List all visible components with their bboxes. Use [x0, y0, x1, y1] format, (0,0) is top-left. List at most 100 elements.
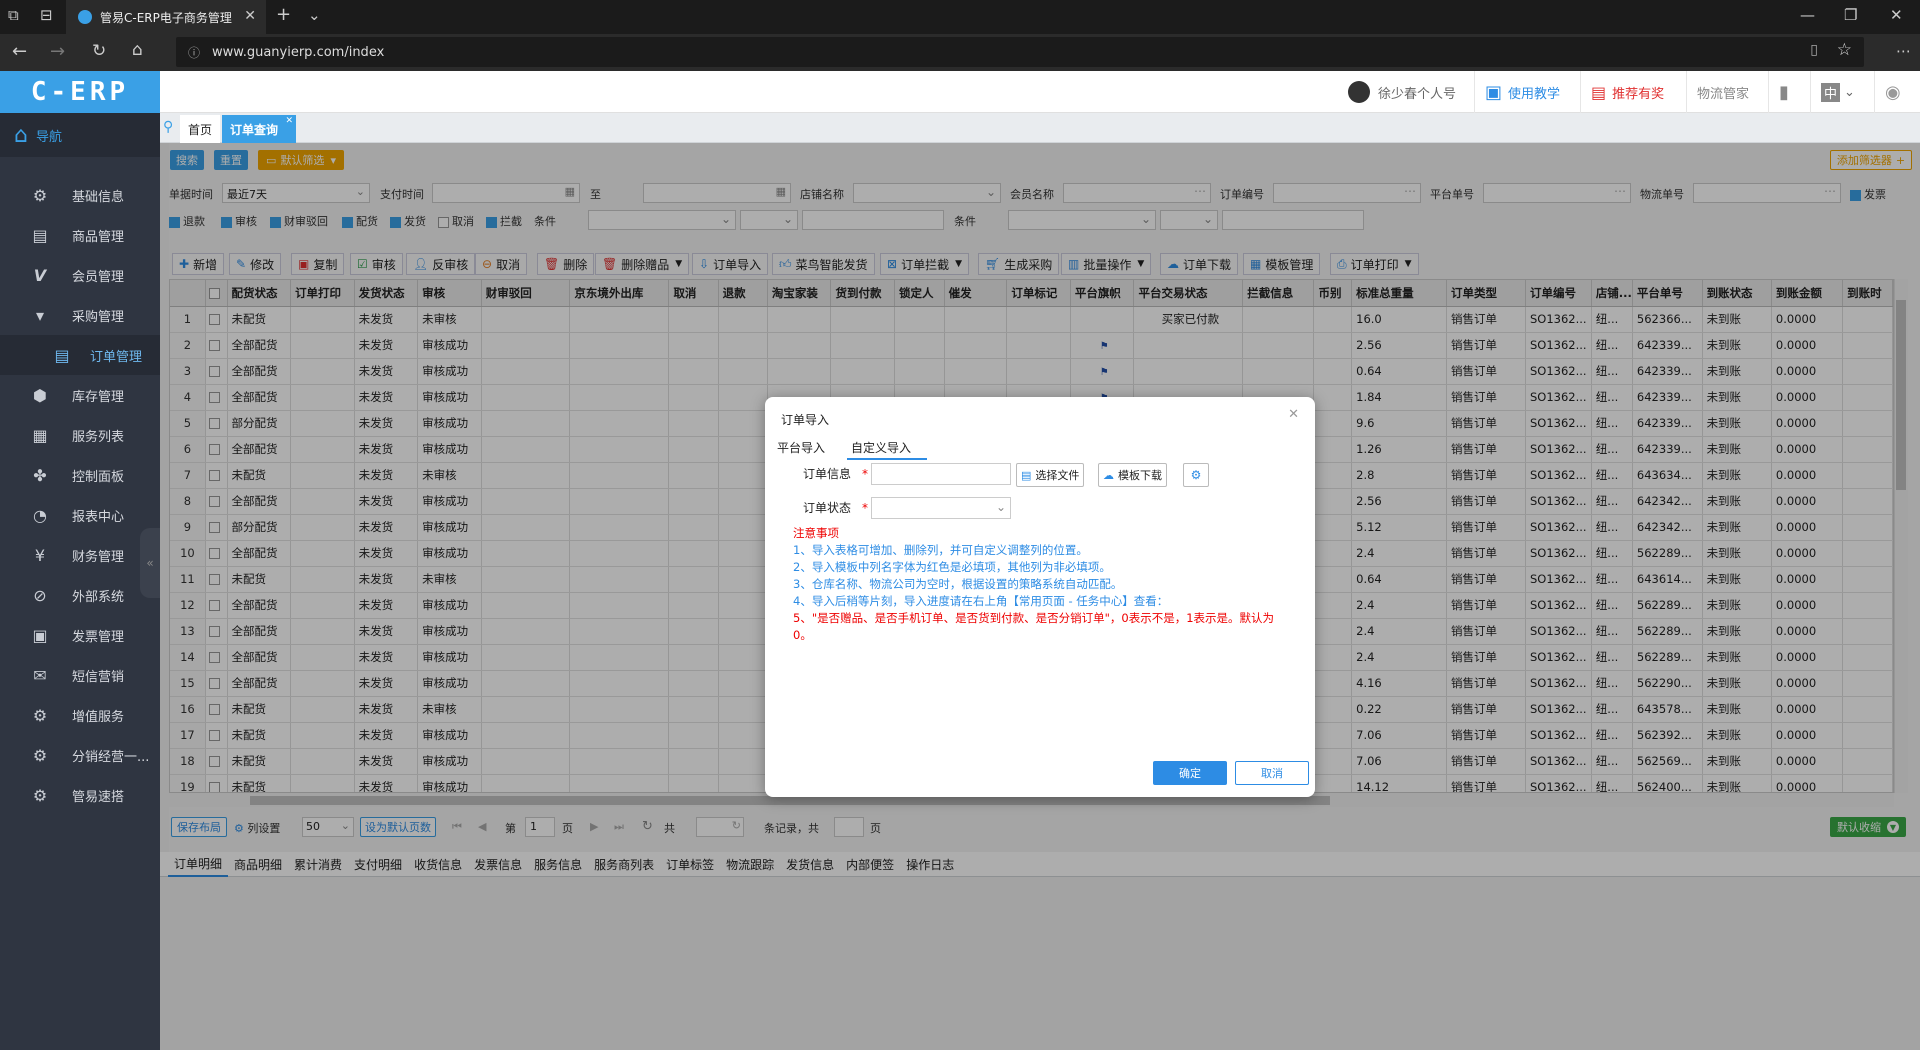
document-icon: ▤ — [54, 346, 70, 365]
tab-order-query-label: 订单查询 — [230, 122, 279, 137]
tab-platform-import[interactable]: 平台导入 — [777, 439, 825, 456]
maximize-icon[interactable]: ❐ — [1844, 6, 1857, 24]
nav-header[interactable]: ⌂ 导航 — [0, 113, 160, 157]
pie-icon: ◔ — [33, 506, 47, 525]
language-label: 中 — [1821, 82, 1841, 102]
tab-home[interactable]: 首页 — [180, 115, 221, 143]
file-icon: ▤ — [1021, 468, 1032, 482]
sidebar-item-reports[interactable]: ◔ 报表中心 — [0, 495, 160, 535]
sidebar-item-invoice[interactable]: ▣ 发票管理 — [0, 615, 160, 655]
order-status-label: 订单状态 — [803, 501, 852, 515]
order-file-input[interactable] — [871, 463, 1011, 485]
graduation-cap-icon: ▣ — [1485, 81, 1503, 103]
sidebar-item-inventory[interactable]: ⬢ 库存管理 — [0, 375, 160, 415]
window-close-icon[interactable]: ✕ — [1890, 6, 1903, 24]
sidebar-item-label: 商品管理 — [72, 229, 125, 245]
choose-file-button[interactable]: ▤ 选择文件 — [1016, 463, 1085, 487]
sidebar-item-dashboard[interactable]: ✤ 控制面板 — [0, 455, 160, 495]
close-icon[interactable]: ✕ — [1288, 407, 1299, 422]
sidebar-item-products[interactable]: ▤ 商品管理 — [0, 215, 160, 255]
required-mark: * — [862, 501, 868, 515]
close-tab-icon[interactable]: ✕ — [244, 8, 256, 24]
sidebar-item-purchase[interactable]: ▾ 采购管理 — [0, 295, 160, 335]
more-icon[interactable]: ⋯ — [1896, 42, 1911, 60]
import-notes: 注意事项 1、导入表格可增加、删除列，并可自定义调整列的位置。 2、导入模板中列… — [793, 525, 1283, 644]
settings-gear-button[interactable]: ⚙ — [1183, 463, 1209, 487]
dialog-title: 订单导入 — [781, 413, 830, 427]
nav-title: 导航 — [35, 129, 62, 145]
order-status-select[interactable]: ⌄ — [871, 497, 1011, 519]
note-2: 2、导入模板中列名字体为红色是必填项，其他列为非必填项。 — [793, 560, 1111, 574]
box-icon: ⬢ — [33, 386, 47, 405]
sidebar-item-label: 服务列表 — [72, 429, 125, 445]
mail-icon: ✉ — [33, 666, 47, 685]
tab-custom-import[interactable]: 自定义导入 — [847, 439, 927, 460]
home-icon[interactable]: ⌂ — [132, 40, 143, 60]
sidebar-item-services[interactable]: ▦ 服务列表 — [0, 415, 160, 455]
chevron-down-icon: ⌄ — [1844, 84, 1855, 100]
sidebar-item-label: 发票管理 — [72, 629, 125, 645]
refresh-icon[interactable]: ↻ — [92, 41, 106, 61]
browser-tab-title: 管易C-ERP电子商务管理 — [100, 10, 232, 25]
browser-tab[interactable]: 管易C-ERP电子商务管理 ✕ — [66, 0, 266, 34]
language-select[interactable]: 中 ⌄ — [1810, 71, 1865, 113]
user-name: 徐少春个人号 — [1378, 86, 1457, 102]
reading-view-icon[interactable]: ▯ — [1810, 42, 1818, 58]
sidebar-collapse-handle[interactable]: « — [140, 528, 160, 598]
back-icon[interactable]: ← — [12, 41, 27, 62]
site-logo-icon — [78, 10, 92, 24]
account-icon[interactable]: ◉ — [1874, 71, 1911, 113]
url-input[interactable]: ⓘ www.guanyierp.com/index ▯ ☆ — [176, 37, 1864, 67]
cancel-button[interactable]: 取消 — [1235, 761, 1309, 785]
sidebar-item-label: 分销经营一... — [72, 749, 150, 765]
sidebar-item-value-added[interactable]: ⚙ 增值服务 — [0, 695, 160, 735]
gear-icon: ⚙ — [1190, 468, 1202, 482]
sidebar-item-quickbuild[interactable]: ⚙ 管易速搭 — [0, 775, 160, 815]
tab-actions-icon[interactable]: ⧉ — [8, 6, 19, 24]
new-tab-icon[interactable]: + — [276, 4, 291, 25]
logistics-link[interactable]: 物流管家 — [1686, 71, 1759, 113]
minimize-icon[interactable]: — — [1800, 6, 1815, 24]
search-icon[interactable]: ⚲ — [163, 119, 173, 135]
recommend-link[interactable]: ▤ 推荐有奖 — [1580, 71, 1674, 113]
sidebar-item-finance[interactable]: ¥ 财务管理 — [0, 535, 160, 575]
tab-dropdown-icon[interactable]: ⌄ — [308, 6, 321, 24]
note-3: 3、仓库名称、物流公司为空时，根据设置的策略系统自动匹配。 — [793, 577, 1123, 591]
gear-icon: ⚙ — [32, 186, 48, 205]
page-tabs — [160, 113, 1920, 143]
close-icon[interactable]: ✕ — [285, 116, 293, 126]
tab-order-query[interactable]: 订单查询 ✕ — [222, 115, 297, 143]
sidebar-item-label: 财务管理 — [72, 549, 125, 565]
yen-icon: ¥ — [34, 546, 46, 565]
tutorial-label: 使用教学 — [1508, 86, 1561, 102]
gear-icon: ⚙ — [32, 786, 48, 805]
user-menu[interactable]: 徐少春个人号 — [1338, 71, 1466, 113]
v-icon: V — [33, 266, 47, 285]
sidebar-item-orders[interactable]: ▤ 订单管理 — [0, 335, 160, 375]
sidebar-item-label: 采购管理 — [72, 309, 125, 325]
confirm-button[interactable]: 确定 — [1153, 761, 1227, 785]
template-download-button[interactable]: ☁ 模板下载 — [1098, 463, 1167, 487]
required-mark: * — [862, 467, 868, 481]
forward-icon[interactable]: → — [50, 41, 65, 62]
cart-icon: ▾ — [35, 306, 45, 325]
store-icon: ▤ — [32, 226, 48, 245]
tutorial-link[interactable]: ▣ 使用教学 — [1474, 71, 1570, 113]
order-info-label: 订单信息 — [803, 467, 852, 481]
sidebar-item-members[interactable]: V 会员管理 — [0, 255, 160, 295]
favorite-star-icon[interactable]: ☆ — [1837, 40, 1852, 60]
sidebar-item-external[interactable]: ⊘ 外部系统 — [0, 575, 160, 615]
tab-list-icon[interactable]: ⊟ — [40, 6, 53, 24]
sidebar-item-label: 会员管理 — [72, 269, 125, 285]
sidebar-item-sms[interactable]: ✉ 短信营销 — [0, 655, 160, 695]
info-icon[interactable]: ⓘ — [188, 44, 200, 61]
link-icon: ⊘ — [33, 586, 47, 605]
book-icon[interactable]: ▮ — [1768, 71, 1799, 113]
sidebar-item-label: 短信营销 — [72, 669, 125, 685]
gear-icon: ⚙ — [32, 706, 48, 725]
recommend-label: 推荐有奖 — [1612, 86, 1665, 102]
sidebar-item-distribution[interactable]: ⚙ 分销经营一... — [0, 735, 160, 775]
sidebar-item-label: 增值服务 — [72, 709, 125, 725]
sidebar-item-basic-info[interactable]: ⚙ 基础信息 — [0, 175, 160, 215]
url-text: www.guanyierp.com/index — [212, 44, 385, 60]
